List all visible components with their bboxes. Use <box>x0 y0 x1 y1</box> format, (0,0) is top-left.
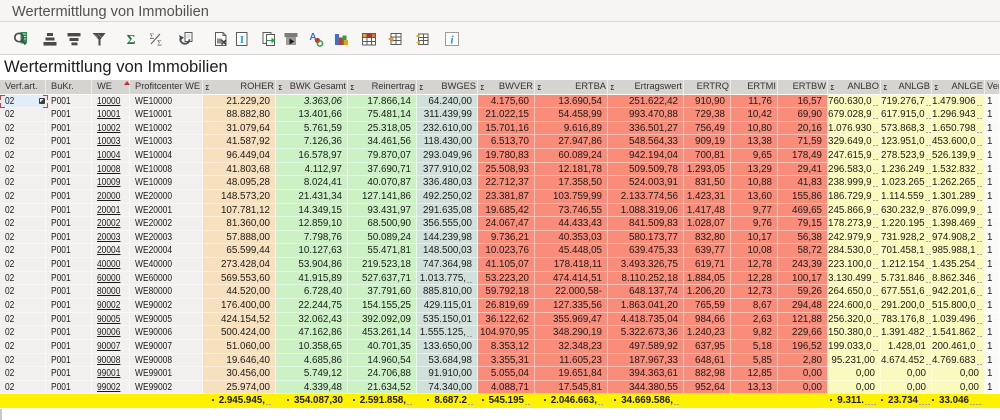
svg-text:Σ: Σ <box>150 32 155 41</box>
svg-text:Σ: Σ <box>127 32 136 47</box>
svg-text:Σ: Σ <box>157 39 162 48</box>
svg-text:I: I <box>240 34 244 46</box>
